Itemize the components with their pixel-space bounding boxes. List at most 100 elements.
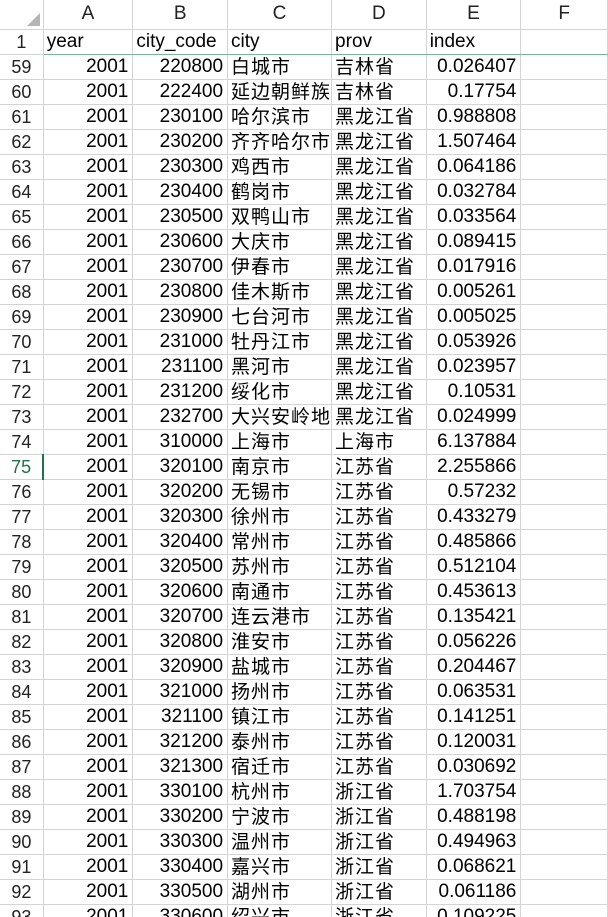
cell-city-code[interactable]: 230700: [132, 254, 229, 280]
cell-prov[interactable]: 江苏省: [331, 754, 427, 780]
cell-city-code[interactable]: 320200: [132, 479, 229, 505]
empty-cell[interactable]: [520, 729, 608, 755]
cell-index[interactable]: 0.141251: [426, 704, 522, 730]
cell-prov[interactable]: 浙江省: [331, 804, 427, 830]
cell-prov[interactable]: 江苏省: [331, 679, 427, 705]
column-header-b[interactable]: B: [132, 0, 229, 30]
cell-year[interactable]: 2001: [43, 79, 134, 105]
empty-cell[interactable]: [520, 179, 608, 205]
cell-city-code[interactable]: 230100: [132, 104, 229, 130]
cell-prov[interactable]: 江苏省: [331, 604, 427, 630]
row-number[interactable]: 83: [0, 654, 44, 680]
cell-index[interactable]: 0.453613: [426, 579, 522, 605]
cell-city[interactable]: 鹤岗市: [227, 179, 333, 205]
row-number[interactable]: 81: [0, 604, 44, 630]
cell-city-code[interactable]: 231200: [132, 379, 229, 405]
row-number[interactable]: 73: [0, 404, 44, 430]
cell-city[interactable]: 上海市: [227, 429, 333, 455]
cell-prov[interactable]: 黑龙江省: [331, 329, 427, 355]
cell-city[interactable]: 伊春市: [227, 254, 333, 280]
cell-city-code[interactable]: 320100: [132, 454, 229, 480]
cell-prov[interactable]: 浙江省: [331, 829, 427, 855]
cell-index[interactable]: 0.023957: [426, 354, 522, 380]
cell-city[interactable]: 徐州市: [227, 504, 333, 530]
cell-city[interactable]: 延边朝鲜族: [227, 79, 333, 105]
row-number[interactable]: 68: [0, 279, 44, 305]
row-number[interactable]: 72: [0, 379, 44, 405]
row-number[interactable]: 67: [0, 254, 44, 280]
cell-city-code[interactable]: 320700: [132, 604, 229, 630]
row-number[interactable]: 70: [0, 329, 44, 355]
row-number[interactable]: 82: [0, 629, 44, 655]
column-header-a[interactable]: A: [43, 0, 134, 30]
cell-index[interactable]: 0.032784: [426, 179, 522, 205]
cell-year[interactable]: 2001: [43, 179, 134, 205]
cell-index[interactable]: 1.507464: [426, 129, 522, 155]
cell-city[interactable]: 温州市: [227, 829, 333, 855]
row-number[interactable]: 64: [0, 179, 44, 205]
cell-year[interactable]: 2001: [43, 404, 134, 430]
cell-index[interactable]: 0.17754: [426, 79, 522, 105]
cell-index[interactable]: 0.512104: [426, 554, 522, 580]
cell-prov[interactable]: 黑龙江省: [331, 229, 427, 255]
cell-index[interactable]: 0.204467: [426, 654, 522, 680]
header-cell-city[interactable]: city: [227, 29, 333, 55]
cell-city-code[interactable]: 230300: [132, 154, 229, 180]
cell-prov[interactable]: 吉林省: [331, 79, 427, 105]
cell-year[interactable]: 2001: [43, 604, 134, 630]
cell-prov[interactable]: 黑龙江省: [331, 154, 427, 180]
cell-index[interactable]: 0.494963: [426, 829, 522, 855]
cell-city[interactable]: 苏州市: [227, 554, 333, 580]
empty-cell[interactable]: [520, 79, 608, 105]
cell-city-code[interactable]: 321200: [132, 729, 229, 755]
empty-cell[interactable]: [520, 879, 608, 905]
cell-year[interactable]: 2001: [43, 754, 134, 780]
cell-prov[interactable]: 黑龙江省: [331, 354, 427, 380]
cell-year[interactable]: 2001: [43, 229, 134, 255]
empty-cell[interactable]: [520, 229, 608, 255]
cell-year[interactable]: 2001: [43, 504, 134, 530]
cell-index[interactable]: 0.10531: [426, 379, 522, 405]
cell-year[interactable]: 2001: [43, 679, 134, 705]
cell-index[interactable]: 0.068621: [426, 854, 522, 880]
cell-index[interactable]: 0.061186: [426, 879, 522, 905]
cell-index[interactable]: 0.488198: [426, 804, 522, 830]
cell-city[interactable]: 淮安市: [227, 629, 333, 655]
empty-cell[interactable]: [520, 479, 608, 505]
row-number[interactable]: 65: [0, 204, 44, 230]
cell-city[interactable]: 湖州市: [227, 879, 333, 905]
cell-city-code[interactable]: 321300: [132, 754, 229, 780]
row-number[interactable]: 71: [0, 354, 44, 380]
cell-city[interactable]: 绍兴市: [227, 904, 333, 917]
cell-city-code[interactable]: 320500: [132, 554, 229, 580]
cell-city-code[interactable]: 330400: [132, 854, 229, 880]
cell-year[interactable]: 2001: [43, 529, 134, 555]
cell-prov[interactable]: 上海市: [331, 429, 427, 455]
cell-year[interactable]: 2001: [43, 279, 134, 305]
cell-city[interactable]: 牡丹江市: [227, 329, 333, 355]
column-header-d[interactable]: D: [331, 0, 427, 30]
spreadsheet-grid[interactable]: A B C D E F 1 year city_code city prov i…: [0, 0, 608, 917]
empty-cell[interactable]: [520, 104, 608, 130]
row-number[interactable]: 1: [0, 29, 44, 55]
cell-year[interactable]: 2001: [43, 704, 134, 730]
row-number[interactable]: 89: [0, 804, 44, 830]
row-number[interactable]: 61: [0, 104, 44, 130]
empty-cell[interactable]: [520, 454, 608, 480]
empty-cell[interactable]: [520, 379, 608, 405]
empty-cell[interactable]: [520, 129, 608, 155]
cell-prov[interactable]: 黑龙江省: [331, 204, 427, 230]
cell-city-code[interactable]: 310000: [132, 429, 229, 455]
cell-index[interactable]: 0.109225: [426, 904, 522, 917]
empty-cell[interactable]: [520, 254, 608, 280]
cell-prov[interactable]: 江苏省: [331, 629, 427, 655]
cell-city[interactable]: 无锡市: [227, 479, 333, 505]
empty-cell[interactable]: [520, 704, 608, 730]
empty-cell[interactable]: [520, 754, 608, 780]
cell-prov[interactable]: 黑龙江省: [331, 129, 427, 155]
row-number[interactable]: 66: [0, 229, 44, 255]
empty-cell[interactable]: [520, 829, 608, 855]
empty-cell[interactable]: [520, 854, 608, 880]
cell-city-code[interactable]: 230500: [132, 204, 229, 230]
cell-year[interactable]: 2001: [43, 429, 134, 455]
